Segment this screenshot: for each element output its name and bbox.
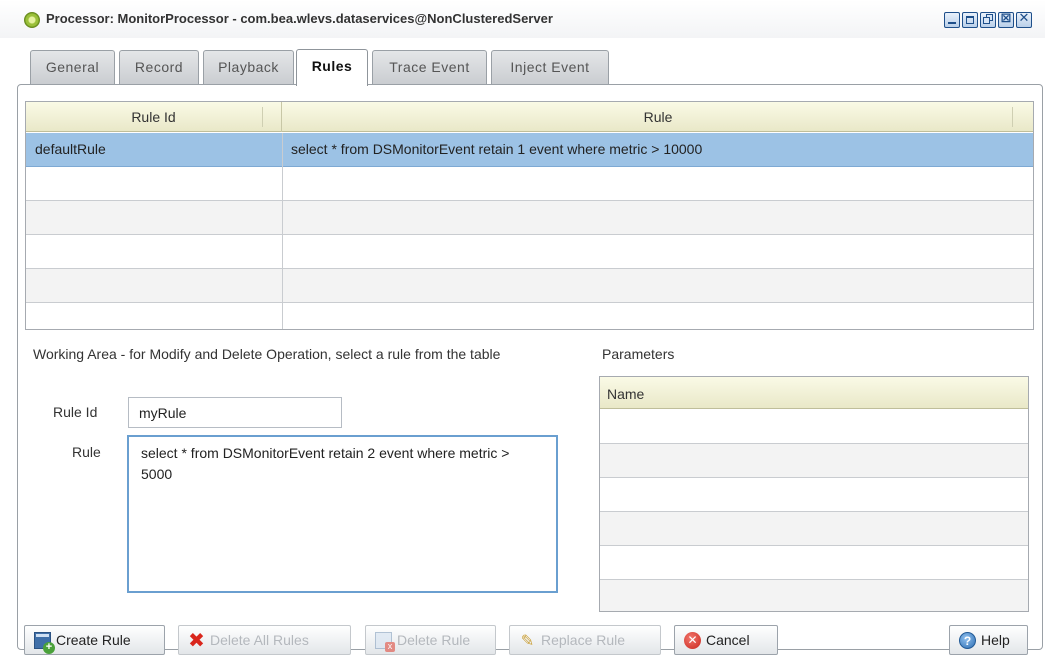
help-icon: ? — [959, 632, 976, 649]
table-row[interactable] — [600, 546, 1028, 580]
cancel-icon: ✕ — [684, 632, 701, 649]
rules-panel: Rule Id Rule defaultRule select * from D… — [17, 84, 1043, 655]
create-rule-icon — [34, 632, 55, 654]
rule-textarea[interactable]: select * from DSMonitorEvent retain 2 ev… — [127, 435, 558, 593]
close-icon[interactable]: ✕ — [1016, 11, 1032, 28]
tab-playback[interactable]: Playback — [203, 50, 294, 85]
replace-rule-button[interactable]: ✎ Replace Rule — [509, 625, 661, 655]
rules-table-header: Rule Id Rule — [26, 102, 1033, 132]
table-row[interactable] — [600, 444, 1028, 478]
table-row[interactable] — [26, 167, 1033, 201]
delete-all-rules-button[interactable]: ✖ Delete All Rules — [178, 625, 351, 655]
tab-record[interactable]: Record — [119, 50, 199, 85]
rule-id-input[interactable] — [128, 397, 342, 428]
rule-cell: select * from DSMonitorEvent retain 1 ev… — [291, 141, 703, 157]
window-title: Processor: MonitorProcessor - com.bea.wl… — [46, 11, 553, 26]
parameters-label: Parameters — [602, 346, 675, 362]
parameters-table: Name — [599, 376, 1029, 612]
table-row[interactable] — [26, 201, 1033, 235]
column-divider — [1012, 107, 1013, 127]
table-row[interactable]: defaultRule select * from DSMonitorEvent… — [26, 133, 1033, 167]
tab-inject-event[interactable]: Inject Event — [491, 50, 609, 85]
working-area-label: Working Area - for Modify and Delete Ope… — [33, 346, 501, 362]
table-row[interactable] — [26, 235, 1033, 269]
delete-rule-button[interactable]: Delete Rule — [365, 625, 496, 655]
maximize-icon[interactable] — [962, 12, 978, 28]
column-header-name[interactable]: Name — [600, 377, 1028, 409]
table-row[interactable] — [600, 410, 1028, 444]
column-header-rule-id[interactable]: Rule Id — [26, 102, 282, 132]
help-button[interactable]: ? Help — [949, 625, 1028, 655]
column-header-rule[interactable]: Rule — [283, 102, 1033, 132]
column-divider — [262, 107, 263, 127]
tab-general[interactable]: General — [30, 50, 115, 85]
delete-x-icon: ✖ — [188, 628, 205, 652]
delete-rule-icon — [375, 632, 395, 652]
cancel-button[interactable]: ✕ Cancel — [674, 625, 778, 655]
rule-id-label: Rule Id — [53, 404, 98, 420]
processor-icon — [24, 12, 40, 28]
table-row[interactable] — [26, 303, 1033, 329]
detach-icon[interactable]: ⊠ — [998, 11, 1014, 28]
window-title-bar: Processor: MonitorProcessor - com.bea.wl… — [0, 0, 1045, 38]
table-row[interactable] — [600, 512, 1028, 546]
table-row[interactable] — [600, 478, 1028, 512]
table-row[interactable] — [600, 580, 1028, 611]
pencil-icon: ✎ — [520, 631, 535, 650]
table-row[interactable] — [26, 269, 1033, 303]
rule-label: Rule — [72, 444, 101, 460]
tab-rules[interactable]: Rules — [296, 49, 368, 86]
tab-trace-event[interactable]: Trace Event — [372, 50, 487, 85]
minimize-icon[interactable] — [944, 12, 960, 28]
rules-table: Rule Id Rule defaultRule select * from D… — [25, 101, 1034, 330]
rule-id-cell: defaultRule — [26, 133, 283, 167]
create-rule-button[interactable]: Create Rule — [24, 625, 165, 655]
restore-icon[interactable] — [980, 12, 996, 28]
